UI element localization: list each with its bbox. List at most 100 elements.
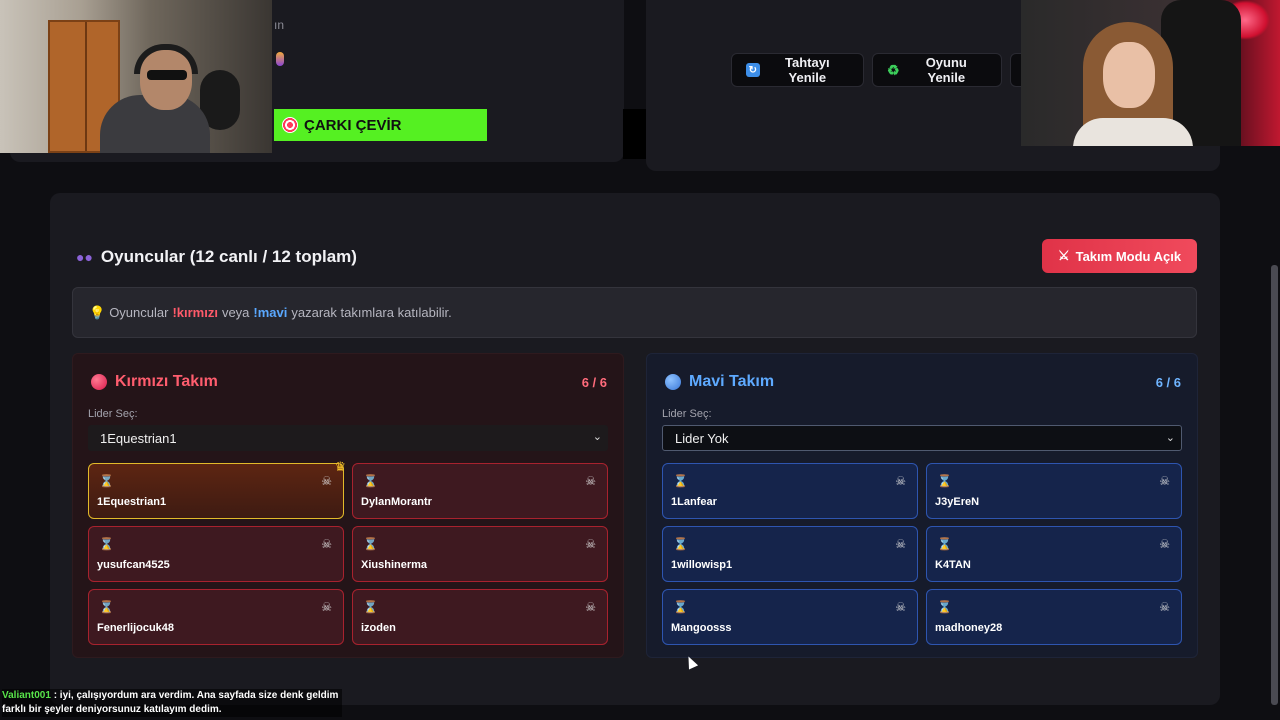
hourglass-icon: ⌛ <box>99 600 114 614</box>
target-icon <box>282 117 298 133</box>
webcam-left <box>0 0 272 153</box>
red-player-grid: ⌛ ☠ ♛ 1Equestrian1 ⌛ ☠ DylanMorantr ⌛ ☠ … <box>88 459 609 645</box>
hourglass-icon: ⌛ <box>363 600 378 614</box>
blue-circle-icon <box>665 374 681 390</box>
player-name: 1Equestrian1 <box>97 496 167 508</box>
blue-team-count: 6 / 6 <box>1155 375 1181 390</box>
player-name: izoden <box>361 622 396 634</box>
player-card[interactable]: ⌛ ☠ J3yEreN <box>926 463 1182 519</box>
player-name: Mangoosss <box>671 622 732 634</box>
scrollbar[interactable] <box>1271 265 1278 705</box>
spin-wheel-button[interactable]: ÇARKI ÇEVİR <box>274 109 487 141</box>
kick-icon[interactable]: ☠ <box>895 474 906 488</box>
player-card[interactable]: ⌛ ☠ ♛ 1Equestrian1 <box>88 459 346 519</box>
red-leader-select[interactable]: 1Equestrian1 ⌄ <box>88 425 608 451</box>
hourglass-icon: ⌛ <box>937 474 952 488</box>
red-team-name: Kırmızı Takım <box>115 373 218 390</box>
kick-icon[interactable]: ☠ <box>585 474 596 488</box>
hourglass-icon: ⌛ <box>99 537 114 551</box>
players-heading: ●● Oyuncular (12 canlı / 12 toplam) <box>76 247 357 267</box>
hourglass-icon: ⌛ <box>673 600 688 614</box>
kick-icon[interactable]: ☠ <box>321 600 332 614</box>
people-icon: ●● <box>76 249 93 265</box>
blue-team-name: Mavi Takım <box>689 373 775 390</box>
kick-icon[interactable]: ☠ <box>895 600 906 614</box>
info-middle: veya <box>221 305 250 320</box>
red-team-heading: Kırmızı Takım <box>91 373 218 391</box>
chevron-down-icon: ⌄ <box>592 431 602 443</box>
kick-icon[interactable]: ☠ <box>321 537 332 551</box>
chat-username: Valiant001 <box>2 690 51 701</box>
decor-dot <box>276 52 284 66</box>
swords-icon: ⚔ <box>1057 248 1070 263</box>
player-name: Fenerlijocuk48 <box>97 622 175 634</box>
blue-team-panel: Mavi Takım 6 / 6 Lider Seç: Lider Yok ⌄ … <box>646 353 1198 658</box>
red-leader-label: Lider Seç: <box>88 408 138 420</box>
player-card[interactable]: ⌛ ☠ yusufcan4525 <box>88 526 344 582</box>
player-name: J3yEreN <box>935 496 980 508</box>
kick-icon[interactable]: ☠ <box>1159 537 1170 551</box>
kick-icon[interactable]: ☠ <box>895 537 906 551</box>
info-box: 💡 Oyuncular !kırmızı veya !mavi yazarak … <box>72 287 1197 338</box>
refresh-board-button[interactable]: ↻ Tahtayı Yenile <box>731 53 864 87</box>
player-name: yusufcan4525 <box>97 559 170 571</box>
info-prefix: Oyuncular <box>109 305 169 320</box>
lightbulb-icon: 💡 <box>89 304 106 320</box>
player-name: K4TAN <box>935 559 971 571</box>
player-card[interactable]: ⌛ ☠ 1Lanfear <box>662 463 918 519</box>
hourglass-icon: ⌛ <box>673 474 688 488</box>
player-name: madhoney28 <box>935 622 1003 634</box>
team-mode-button[interactable]: ⚔ Takım Modu Açık <box>1042 239 1197 273</box>
crown-icon: ♛ <box>334 459 346 474</box>
hourglass-icon: ⌛ <box>363 537 378 551</box>
player-card[interactable]: ⌛ ☠ 1willowisp1 <box>662 526 918 582</box>
refresh-board-label: Tahtayı Yenile <box>785 55 830 85</box>
info-suffix: yazarak takımlara katılabilir. <box>291 305 452 320</box>
blue-leader-label: Lider Seç: <box>662 408 712 420</box>
chat-message: Valiant001 : iyi, çalışıyordum ara verdi… <box>2 689 342 717</box>
refresh-icon: ↻ <box>746 63 760 77</box>
player-name: 1Lanfear <box>671 496 717 508</box>
blue-command: !mavi <box>253 305 288 320</box>
player-card[interactable]: ⌛ ☠ DylanMorantr <box>352 463 608 519</box>
player-card[interactable]: ⌛ ☠ Mangoosss <box>662 589 918 645</box>
player-card[interactable]: ⌛ ☠ Fenerlijocuk48 <box>88 589 344 645</box>
hourglass-icon: ⌛ <box>937 600 952 614</box>
player-name: 1willowisp1 <box>671 559 733 571</box>
recycle-icon: ♻ <box>887 61 900 78</box>
player-name: DylanMorantr <box>361 496 432 508</box>
chevron-down-icon: ⌄ <box>1165 432 1175 444</box>
player-card[interactable]: ⌛ ☠ Xiushinerma <box>352 526 608 582</box>
refresh-game-button[interactable]: ♻ Oyunu Yenile <box>872 53 1002 87</box>
blue-leader-value: Lider Yok <box>675 430 729 446</box>
top-partial-text: ın <box>274 18 285 32</box>
red-circle-icon <box>91 374 107 390</box>
hourglass-icon: ⌛ <box>99 474 114 488</box>
spin-wheel-label: ÇARKI ÇEVİR <box>304 116 402 134</box>
red-leader-value: 1Equestrian1 <box>100 430 177 446</box>
kick-icon[interactable]: ☠ <box>321 474 332 488</box>
team-mode-label: Takım Modu Açık <box>1075 248 1182 264</box>
blue-player-grid: ⌛ ☠ 1Lanfear ⌛ ☠ J3yEreN ⌛ ☠ 1willowisp1… <box>662 463 1183 645</box>
kick-icon[interactable]: ☠ <box>1159 474 1170 488</box>
players-title: Oyuncular (12 canlı / 12 toplam) <box>100 247 357 266</box>
player-card[interactable]: ⌛ ☠ madhoney28 <box>926 589 1182 645</box>
chat-text: : iyi, çalışıyordum ara verdim. Ana sayf… <box>2 690 339 715</box>
refresh-game-label: Oyunu Yenile <box>925 55 967 85</box>
kick-icon[interactable]: ☠ <box>1159 600 1170 614</box>
blue-leader-select[interactable]: Lider Yok ⌄ <box>662 425 1182 451</box>
player-card[interactable]: ⌛ ☠ K4TAN <box>926 526 1182 582</box>
hourglass-icon: ⌛ <box>937 537 952 551</box>
hourglass-icon: ⌛ <box>673 537 688 551</box>
hourglass-icon: ⌛ <box>363 474 378 488</box>
kick-icon[interactable]: ☠ <box>585 537 596 551</box>
red-command: !kırmızı <box>172 305 218 320</box>
red-team-panel: Kırmızı Takım 6 / 6 Lider Seç: 1Equestri… <box>72 353 624 658</box>
player-card[interactable]: ⌛ ☠ izoden <box>352 589 608 645</box>
webcam-right <box>1021 0 1280 146</box>
blue-team-heading: Mavi Takım <box>665 373 774 391</box>
red-team-count: 6 / 6 <box>581 375 607 390</box>
divider <box>623 109 646 159</box>
player-name: Xiushinerma <box>361 559 428 571</box>
kick-icon[interactable]: ☠ <box>585 600 596 614</box>
